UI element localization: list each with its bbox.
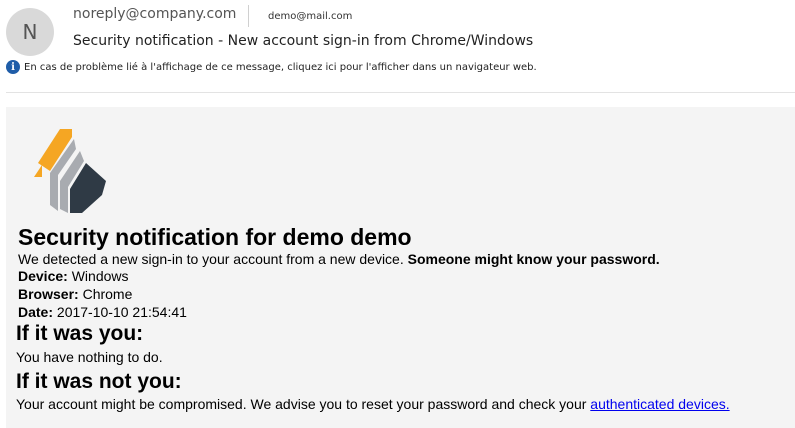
browser-label: Browser: — [18, 286, 79, 302]
email-title: Security notification for demo demo — [18, 224, 412, 250]
intro-warning: Someone might know your password. — [407, 251, 660, 267]
device-value: Windows — [71, 268, 129, 284]
email-subject: Security notification - New account sign… — [73, 33, 534, 49]
date-value: 2017-10-10 21:54:41 — [56, 304, 187, 320]
sender-address[interactable]: noreply@company.com — [73, 6, 236, 22]
if-not-you-paragraph: Your account might be compromised. We ad… — [16, 396, 730, 412]
sender-avatar[interactable]: N — [6, 8, 54, 56]
intro-text: We detected a new sign-in to your accoun… — [18, 251, 404, 267]
browser-row: Browser: Chrome — [18, 286, 132, 302]
if-not-you-heading: If it was not you: — [16, 370, 182, 393]
email-body: Security notification for demo demo We d… — [6, 107, 795, 428]
info-icon: i — [6, 60, 20, 74]
header-divider — [248, 5, 249, 27]
device-label: Device: — [18, 268, 68, 284]
date-label: Date: — [18, 304, 54, 320]
if-you-text: You have nothing to do. — [16, 349, 163, 365]
display-problem-text[interactable]: En cas de problème lié à l'affichage de … — [24, 62, 537, 73]
if-not-you-text: Your account might be compromised. We ad… — [16, 396, 587, 412]
company-logo-icon — [34, 129, 106, 213]
recipient-address[interactable]: demo@mail.com — [268, 11, 352, 22]
authenticated-devices-link[interactable]: authenticated devices. — [590, 396, 729, 412]
device-row: Device: Windows — [18, 268, 129, 284]
header-separator — [6, 92, 795, 93]
date-row: Date: 2017-10-10 21:54:41 — [18, 304, 187, 320]
browser-value: Chrome — [82, 286, 133, 302]
if-you-heading: If it was you: — [16, 322, 144, 345]
email-header: N noreply@company.com demo@mail.com Secu… — [0, 0, 795, 92]
intro-paragraph: We detected a new sign-in to your accoun… — [18, 251, 660, 267]
display-problem-banner[interactable]: i En cas de problème lié à l'affichage d… — [6, 60, 537, 74]
